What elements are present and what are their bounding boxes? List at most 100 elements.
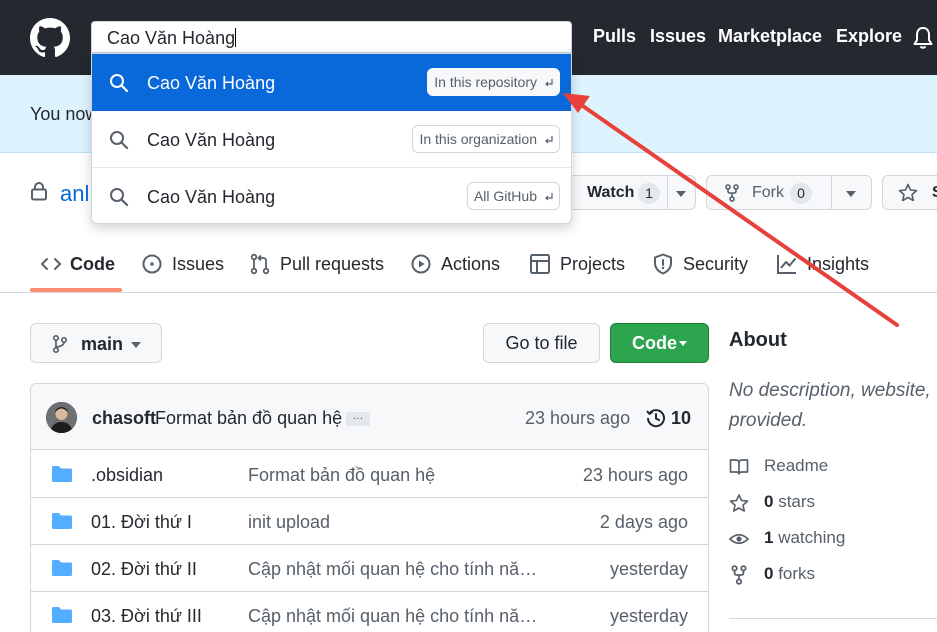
branch-icon [52,334,68,354]
fork-button-group[interactable]: Fork 0 [706,175,872,210]
suggestion-text: Cao Văn Hoàng [147,73,276,93]
enter-key-icon [545,79,553,87]
watch-count: 1 [638,183,660,204]
file-name[interactable]: .obsidian [91,465,163,486]
folder-icon [52,560,72,576]
file-time: yesterday [609,559,688,579]
user-photo-icon [46,402,77,433]
stars-count: 0 [764,492,774,511]
fork-icon [725,184,739,202]
scope-label: In this repository [434,74,537,90]
expand-commit-button[interactable]: … [346,411,370,426]
watch-label: Watch [587,184,635,201]
tab-label: Projects [560,254,626,274]
enter-key-icon [545,193,553,201]
scope-label: In this organization [419,131,537,147]
branch-selector[interactable]: main [30,323,162,363]
tab-label: Issues [172,254,225,274]
fork-icon [731,565,747,585]
lock-icon [31,182,47,201]
search-input-value: Cao Văn Hoàng [107,28,236,48]
search-suggestion-repository[interactable]: Cao Văn Hoàng In this repository [92,54,571,111]
nav-issues[interactable]: Issues [650,26,706,47]
issue-icon [142,254,162,274]
search-icon [110,188,129,207]
commit-time: 23 hours ago [525,408,631,428]
history-icon[interactable] [645,407,667,429]
forks-label: forks [778,564,816,583]
file-commit-message[interactable]: Format bản đồ quan hệ [248,465,538,486]
commit-message[interactable]: Format bản đồ quan hệ [155,408,342,429]
nav-pulls[interactable]: Pulls [593,26,636,47]
table-row[interactable]: .obsidian Format bản đồ quan hệ 23 hours… [31,451,708,498]
tab-label: Code [70,254,115,274]
watching-count: 1 [764,528,774,547]
forks-count: 0 [764,564,774,583]
nav-explore[interactable]: Explore [836,26,902,47]
chevron-down-icon [676,191,686,197]
search-suggestions-dropdown: Cao Văn Hoàng In this repository Cao Văn… [91,53,572,224]
nav-marketplace[interactable]: Marketplace [718,26,822,47]
star-label: S [932,184,937,202]
divider [831,176,832,209]
banner-text: You now [30,104,99,124]
pull-request-icon [250,253,270,275]
file-time: 2 days ago [599,512,688,532]
fork-count: 0 [790,183,812,204]
star-button[interactable]: S [882,175,937,210]
avatar[interactable] [46,402,77,433]
graph-icon [777,255,797,274]
tab-label: Actions [441,254,501,274]
table-icon [530,254,550,274]
file-commit-message[interactable]: Cập nhật mối quan hệ cho tính năn... [248,559,538,580]
fork-label: Fork [752,184,784,201]
book-icon [729,459,749,475]
divider [729,618,937,619]
repo-tabs: Code Issues Pull requests Actions Projec… [0,237,937,293]
go-to-file-button[interactable]: Go to file [483,323,600,363]
file-browser: chasoft Format bản đồ quan hệ … 23 hours… [30,383,709,632]
selected-tab-indicator [30,288,122,292]
bell-icon[interactable] [912,26,934,50]
commit-author[interactable]: chasoft [92,408,156,429]
github-mark-icon[interactable] [30,18,70,58]
scope-label: All GitHub [473,188,537,204]
file-time: yesterday [609,606,688,626]
table-row[interactable]: 02. Đời thứ II Cập nhật mối quan hệ cho … [31,545,708,592]
file-name[interactable]: 01. Đời thứ I [91,512,192,533]
tab-label: Security [683,254,749,274]
eye-icon [729,533,749,545]
search-suggestion-all-github[interactable]: Cao Văn Hoàng All GitHub [92,168,571,223]
chevron-down-icon [679,341,687,346]
readme-label: Readme [764,456,829,475]
suggestion-text: Cao Văn Hoàng [147,130,276,150]
tab-label: Insights [807,254,870,274]
file-time: 23 hours ago [582,465,688,485]
folder-icon [52,513,72,529]
table-row[interactable]: 03. Đời thứ III Cập nhật mối quan hệ cho… [31,592,708,632]
repo-owner-link[interactable]: anl [60,181,89,207]
play-icon [411,254,431,274]
star-icon [898,183,918,202]
stars-label: stars [778,492,816,511]
search-input[interactable]: Cao Văn Hoàng [91,21,572,53]
watching-label: watching [778,528,846,547]
file-name[interactable]: 02. Đời thứ II [91,559,197,580]
folder-icon [52,466,72,482]
commit-count[interactable]: 10 [671,408,691,429]
latest-commit-bar: chasoft Format bản đồ quan hệ … 23 hours… [31,384,708,450]
scope-badge: In this organization [412,125,560,153]
suggestion-text: Cao Văn Hoàng [147,187,276,207]
search-suggestion-organization[interactable]: Cao Văn Hoàng In this organization [92,111,571,168]
file-commit-message[interactable]: init upload [248,512,538,533]
file-commit-message[interactable]: Cập nhật mối quan hệ cho tính năn... [248,606,538,627]
code-button[interactable]: Code [610,323,709,363]
table-row[interactable]: 01. Đời thứ I init upload 2 days ago [31,498,708,545]
scope-badge: In this repository [427,68,560,96]
folder-icon [52,607,72,623]
about-description: No description, website, provided. [729,380,931,431]
chevron-down-icon [846,191,856,197]
tab-label: Pull requests [280,254,385,274]
shield-icon [654,253,672,275]
file-name[interactable]: 03. Đời thứ III [91,606,202,627]
